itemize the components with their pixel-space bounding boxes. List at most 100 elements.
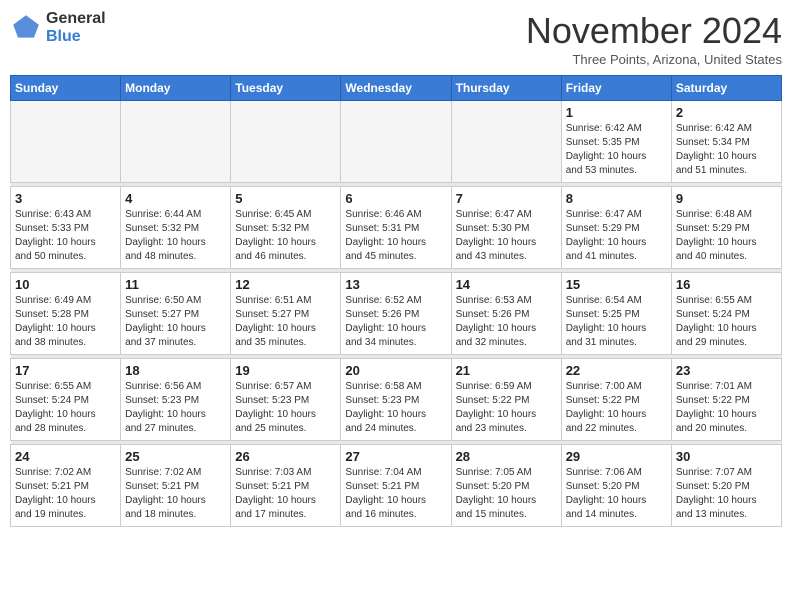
calendar-week-2: 3Sunrise: 6:43 AM Sunset: 5:33 PM Daylig… [11,187,782,269]
day-info: Sunrise: 6:49 AM Sunset: 5:28 PM Dayligh… [15,294,116,350]
calendar-cell: 16 Sunrise: 6:55 AM Sunset: 5:24 PM Dayli… [671,273,781,355]
day-number: 17 [15,363,116,378]
weekday-header-thursday: Thursday [451,76,561,101]
day-number: 8 [566,191,667,206]
calendar-cell: 23 Sunrise: 7:01 AM Sunset: 5:22 PM Dayli… [671,359,781,441]
day-number: 3 [15,191,116,206]
day-info: Sunrise: 6:55 AM Sunset: 5:24 PM Dayligh… [15,380,116,436]
day-info: Sunrise: 6:57 AM Sunset: 5:23 PM Dayligh… [235,380,336,436]
day-number: 1 [566,105,667,120]
calendar-cell: 29Sunrise: 7:06 AM Sunset: 5:20 PM Dayli… [561,445,671,527]
day-number: 9 [676,191,777,206]
day-info: Sunrise: 6:47 AM Sunset: 5:29 PM Dayligh… [566,208,667,264]
calendar-cell: 12Sunrise: 6:51 AM Sunset: 5:27 PM Dayli… [231,273,341,355]
day-info: Sunrise: 7:04 AM Sunset: 5:21 PM Dayligh… [345,466,446,522]
page-header: General Blue November 2024 Three Points,… [10,10,782,67]
day-info: Sunrise: 7:01 AM Sunset: 5:22 PM Dayligh… [676,380,777,436]
calendar-cell: 27 Sunrise: 7:04 AM Sunset: 5:21 PM Dayli… [341,445,451,527]
calendar-cell: 7 Sunrise: 6:47 AM Sunset: 5:30 PM Daylig… [451,187,561,269]
day-number: 7 [456,191,557,206]
calendar-cell: 5Sunrise: 6:45 AM Sunset: 5:32 PM Daylig… [231,187,341,269]
calendar-cell: 21 Sunrise: 6:59 AM Sunset: 5:22 PM Dayli… [451,359,561,441]
day-info: Sunrise: 7:07 AM Sunset: 5:20 PM Dayligh… [676,466,777,522]
day-number: 10 [15,277,116,292]
month-title: November 2024 [526,10,782,52]
day-info: Sunrise: 7:02 AM Sunset: 5:21 PM Dayligh… [15,466,116,522]
day-info: Sunrise: 7:05 AM Sunset: 5:20 PM Dayligh… [456,466,557,522]
day-info: Sunrise: 6:59 AM Sunset: 5:22 PM Dayligh… [456,380,557,436]
day-number: 13 [345,277,446,292]
calendar-cell: 11 Sunrise: 6:50 AM Sunset: 5:27 PM Dayli… [121,273,231,355]
calendar-cell: 18 Sunrise: 6:56 AM Sunset: 5:23 PM Dayli… [121,359,231,441]
calendar-cell: 26 Sunrise: 7:03 AM Sunset: 5:21 PM Dayli… [231,445,341,527]
logo: General Blue [10,10,106,45]
calendar-cell: 19 Sunrise: 6:57 AM Sunset: 5:23 PM Dayli… [231,359,341,441]
title-block: November 2024 Three Points, Arizona, Uni… [526,10,782,67]
day-info: Sunrise: 6:56 AM Sunset: 5:23 PM Dayligh… [125,380,226,436]
calendar-cell: 20 Sunrise: 6:58 AM Sunset: 5:23 PM Dayli… [341,359,451,441]
day-info: Sunrise: 6:55 AM Sunset: 5:24 PM Dayligh… [676,294,777,350]
day-info: Sunrise: 7:02 AM Sunset: 5:21 PM Dayligh… [125,466,226,522]
logo-icon [10,12,42,44]
weekday-header-tuesday: Tuesday [231,76,341,101]
day-number: 19 [235,363,336,378]
logo-general: General [46,10,106,28]
calendar-week-1: 1 Sunrise: 6:42 AM Sunset: 5:35 PM Daylig… [11,101,782,183]
day-info: Sunrise: 6:52 AM Sunset: 5:26 PM Dayligh… [345,294,446,350]
calendar-cell: 1 Sunrise: 6:42 AM Sunset: 5:35 PM Daylig… [561,101,671,183]
weekday-header-monday: Monday [121,76,231,101]
day-number: 12 [235,277,336,292]
calendar-cell: 10 Sunrise: 6:49 AM Sunset: 5:28 PM Dayli… [11,273,121,355]
day-info: Sunrise: 6:54 AM Sunset: 5:25 PM Dayligh… [566,294,667,350]
day-info: Sunrise: 6:42 AM Sunset: 5:35 PM Dayligh… [566,122,667,178]
calendar-cell: 25Sunrise: 7:02 AM Sunset: 5:21 PM Dayli… [121,445,231,527]
calendar-cell: 3Sunrise: 6:43 AM Sunset: 5:33 PM Daylig… [11,187,121,269]
calendar-table: SundayMondayTuesdayWednesdayThursdayFrid… [10,75,782,527]
calendar-cell: 30 Sunrise: 7:07 AM Sunset: 5:20 PM Dayli… [671,445,781,527]
calendar-cell: 13 Sunrise: 6:52 AM Sunset: 5:26 PM Dayli… [341,273,451,355]
day-info: Sunrise: 6:45 AM Sunset: 5:32 PM Dayligh… [235,208,336,264]
day-number: 6 [345,191,446,206]
day-number: 22 [566,363,667,378]
day-info: Sunrise: 6:58 AM Sunset: 5:23 PM Dayligh… [345,380,446,436]
calendar-cell: 8 Sunrise: 6:47 AM Sunset: 5:29 PM Daylig… [561,187,671,269]
day-number: 18 [125,363,226,378]
calendar-cell: 15 Sunrise: 6:54 AM Sunset: 5:25 PM Dayli… [561,273,671,355]
calendar-cell: 6Sunrise: 6:46 AM Sunset: 5:31 PM Daylig… [341,187,451,269]
day-number: 14 [456,277,557,292]
calendar-cell [231,101,341,183]
weekday-header-sunday: Sunday [11,76,121,101]
day-info: Sunrise: 6:42 AM Sunset: 5:34 PM Dayligh… [676,122,777,178]
day-info: Sunrise: 6:53 AM Sunset: 5:26 PM Dayligh… [456,294,557,350]
day-info: Sunrise: 6:47 AM Sunset: 5:30 PM Dayligh… [456,208,557,264]
day-number: 30 [676,449,777,464]
calendar-cell: 22 Sunrise: 7:00 AM Sunset: 5:22 PM Dayli… [561,359,671,441]
weekday-header-wednesday: Wednesday [341,76,451,101]
day-info: Sunrise: 7:03 AM Sunset: 5:21 PM Dayligh… [235,466,336,522]
logo-blue: Blue [46,28,106,46]
day-info: Sunrise: 6:48 AM Sunset: 5:29 PM Dayligh… [676,208,777,264]
day-info: Sunrise: 7:06 AM Sunset: 5:20 PM Dayligh… [566,466,667,522]
calendar-cell: 2Sunrise: 6:42 AM Sunset: 5:34 PM Daylig… [671,101,781,183]
day-number: 4 [125,191,226,206]
calendar-cell: 9 Sunrise: 6:48 AM Sunset: 5:29 PM Daylig… [671,187,781,269]
calendar-cell: 28 Sunrise: 7:05 AM Sunset: 5:20 PM Dayli… [451,445,561,527]
day-number: 24 [15,449,116,464]
calendar-header-row: SundayMondayTuesdayWednesdayThursdayFrid… [11,76,782,101]
calendar-cell [451,101,561,183]
day-number: 27 [345,449,446,464]
calendar-cell [11,101,121,183]
day-number: 21 [456,363,557,378]
day-number: 16 [676,277,777,292]
day-number: 11 [125,277,226,292]
day-number: 26 [235,449,336,464]
day-number: 23 [676,363,777,378]
day-number: 20 [345,363,446,378]
calendar-cell [341,101,451,183]
day-number: 15 [566,277,667,292]
day-info: Sunrise: 6:50 AM Sunset: 5:27 PM Dayligh… [125,294,226,350]
weekday-header-saturday: Saturday [671,76,781,101]
day-number: 28 [456,449,557,464]
day-info: Sunrise: 7:00 AM Sunset: 5:22 PM Dayligh… [566,380,667,436]
calendar-cell: 17 Sunrise: 6:55 AM Sunset: 5:24 PM Dayli… [11,359,121,441]
